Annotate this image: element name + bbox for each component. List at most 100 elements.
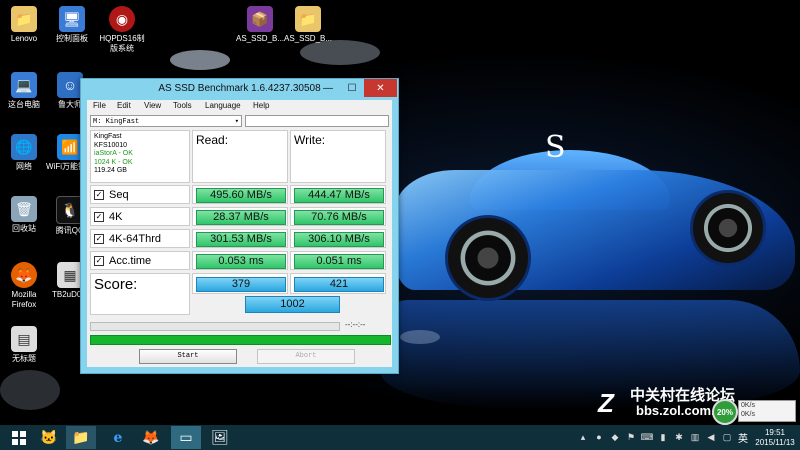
menu-edit[interactable]: Edit — [117, 101, 131, 110]
zol-logo: Z — [598, 388, 614, 418]
abort-button[interactable]: Abort — [257, 349, 355, 364]
drive-info-panel: KingFast KFS10010 iaStorA - OK 1024 K - … — [90, 130, 190, 183]
4k-write-value: 70.76 MB/s — [294, 210, 384, 225]
taskbar-as-ssd[interactable]: ▭ — [171, 426, 201, 449]
window-client-area: File Edit View Tools Language Help M: Ki… — [87, 100, 392, 367]
row-label: Acc.time — [109, 254, 152, 267]
taskbar-clock[interactable]: 19:51 2015/11/13 — [752, 428, 798, 448]
score-read-value: 379 — [196, 277, 286, 292]
seq-checkbox[interactable]: ✓ — [94, 189, 104, 200]
row-4k-64thrd[interactable]: ✓ 4K-64Thrd — [90, 229, 190, 248]
start-menu-button[interactable] — [4, 426, 34, 449]
recycle-bin-icon: 🗑 — [11, 196, 37, 222]
4k-64thrd-read-value: 301.53 MB/s — [196, 232, 286, 247]
upload-speed: 0K/s — [741, 402, 756, 409]
score-label: Score: — [90, 273, 190, 315]
4k-write-cell: 70.76 MB/s — [290, 207, 386, 226]
desktop-icon-label: HQPDS16制版系统 — [99, 34, 145, 53]
desktop-icon-label: Lenovo — [10, 34, 38, 43]
drive-select[interactable]: M: KingFast ▾ — [90, 115, 242, 127]
ime-indicator[interactable]: 英 — [738, 430, 748, 445]
desktop-icon-firefox[interactable]: 🦊 Mozilla Firefox — [0, 262, 48, 310]
desktop-icon-network[interactable]: 🌐 网络 — [0, 134, 48, 172]
tray-network-icon[interactable]: ▥ — [690, 432, 700, 442]
tray-flag-icon[interactable]: ⚑ — [626, 432, 636, 442]
total-progress-bar — [90, 335, 391, 345]
menu-view[interactable]: View — [144, 101, 161, 110]
tray-app-icon[interactable]: ◆ — [610, 432, 620, 442]
desktop-icon-label: AS_SSD_B... — [284, 34, 333, 43]
chevron-down-icon: ▾ — [234, 118, 239, 126]
seq-read-cell: 495.60 MB/s — [192, 185, 288, 204]
4k-checkbox[interactable]: ✓ — [94, 211, 104, 222]
taskbar-cat-app[interactable]: 🐱 — [34, 426, 64, 449]
read-column-header: Read: — [192, 130, 288, 183]
firefox-icon: 🦊 — [142, 429, 160, 445]
score-read-cell: 379 — [192, 273, 288, 294]
score-write-cell: 421 — [290, 273, 386, 294]
wallpaper-s-logo: S — [545, 130, 566, 165]
tray-notification-icon[interactable]: ▢ — [722, 432, 732, 442]
desktop-icon-lenovo[interactable]: 📁 Lenovo — [0, 6, 48, 44]
4k-64thrd-checkbox[interactable]: ✓ — [94, 233, 104, 244]
clock-time: 19:51 — [764, 428, 786, 437]
row-seq[interactable]: ✓ Seq — [90, 185, 190, 204]
elapsed-time: --:--:-- — [345, 320, 366, 329]
maximize-button[interactable]: ☐ — [340, 79, 364, 97]
taskbar-file-explorer[interactable]: 📁 — [66, 426, 96, 449]
network-meter-widget[interactable]: 20% 0K/s 0K/s — [712, 399, 797, 425]
menu-file[interactable]: File — [93, 101, 106, 110]
desktop-icon-label: 网络 — [16, 162, 32, 171]
close-button[interactable]: ✕ — [364, 79, 397, 97]
desktop-icon-hqpds[interactable]: ◉ HQPDS16制版系统 — [98, 6, 146, 54]
water-splash — [400, 330, 440, 344]
score-total-value: 1002 — [245, 296, 340, 313]
taskbar: 🐱 📁 e 🦊 ▭ 🖼 ▴ ● ◆ ⚑ ⌨ ▮ ✱ ▥ ◀ ▢ 英 19:51 … — [0, 425, 800, 450]
drive-model: KingFast — [94, 133, 122, 140]
menu-help[interactable]: Help — [253, 101, 269, 110]
as-ssd-window[interactable]: AS SSD Benchmark 1.6.4237.30508 — ☐ ✕ Fi… — [80, 78, 399, 374]
menu-tools[interactable]: Tools — [173, 101, 192, 110]
acc-time-read-value: 0.053 ms — [196, 254, 286, 269]
taskbar-image-viewer[interactable]: 🖼 — [205, 426, 235, 449]
tray-security-icon[interactable]: ● — [594, 432, 604, 442]
4k-64thrd-write-value: 306.10 MB/s — [294, 232, 384, 247]
desktop-icon-recycle-bin[interactable]: 🗑 回收站 — [0, 196, 48, 234]
water-splash — [0, 370, 60, 410]
title-bar[interactable]: AS SSD Benchmark 1.6.4237.30508 — ☐ ✕ — [81, 79, 398, 100]
tray-show-hidden-icon[interactable]: ▴ — [578, 432, 588, 442]
water-splash — [170, 50, 230, 70]
path-input[interactable] — [245, 115, 389, 127]
taskbar-firefox[interactable]: 🦊 — [136, 426, 166, 449]
row-4k[interactable]: ✓ 4K — [90, 207, 190, 226]
car-rear-wheel — [690, 190, 766, 266]
acc-time-checkbox[interactable]: ✓ — [94, 255, 104, 266]
drive-size: 119.24 GB — [94, 167, 127, 174]
write-column-header: Write: — [290, 130, 386, 183]
4k-64thrd-write-cell: 306.10 MB/s — [290, 229, 386, 248]
desktop-icon-as-ssd-folder[interactable]: 📁 AS_SSD_B... — [284, 6, 332, 44]
desktop-icon-control-panel[interactable]: 🖥 控制面板 — [48, 6, 96, 44]
tray-bluetooth-icon[interactable]: ✱ — [674, 432, 684, 442]
row-acc-time[interactable]: ✓ Acc.time — [90, 251, 190, 270]
desktop-icon-as-ssd-archive[interactable]: 📦 AS_SSD_B... — [236, 6, 284, 44]
test-progress-bar — [90, 322, 340, 331]
minimize-button[interactable]: — — [316, 79, 340, 97]
drive-select-value: M: KingFast — [93, 118, 140, 126]
drive-icon: ▭ — [179, 429, 193, 445]
car-front-wheel — [445, 215, 531, 301]
tray-keyboard-icon[interactable]: ⌨ — [641, 432, 654, 442]
desktop-icon-this-pc[interactable]: 💻 这台电脑 — [0, 72, 48, 110]
start-button[interactable]: Start — [139, 349, 237, 364]
taskbar-internet-explorer[interactable]: e — [103, 426, 133, 449]
menu-language[interactable]: Language — [205, 101, 241, 110]
desktop-icon-label: 控制面板 — [56, 34, 88, 43]
desktop-icon-untitled[interactable]: ▤ 无标题 — [0, 326, 48, 364]
archive-icon: 📦 — [247, 6, 273, 32]
tray-battery-icon[interactable]: ▮ — [658, 432, 668, 442]
4k-read-cell: 28.37 MB/s — [192, 207, 288, 226]
row-label: 4K-64Thrd — [109, 232, 161, 245]
menu-bar: File Edit View Tools Language Help — [87, 100, 392, 113]
row-label: Seq — [109, 188, 129, 201]
tray-volume-icon[interactable]: ◀ — [706, 432, 716, 442]
